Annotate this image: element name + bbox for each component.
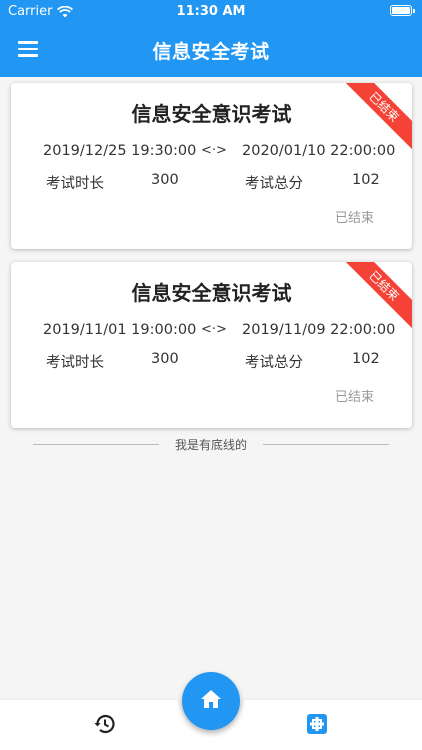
exam-title: 信息安全意识考试 bbox=[131, 281, 292, 305]
range-separator-icon: <·> bbox=[201, 322, 227, 337]
exam-start-time: 2019/11/01 19:00:00 bbox=[43, 322, 197, 338]
exam-end-time: 2019/11/09 22:00:00 bbox=[242, 322, 396, 338]
history-icon[interactable] bbox=[93, 712, 117, 736]
battery-icon bbox=[390, 5, 415, 16]
score-label: 考试总分 bbox=[245, 355, 303, 371]
score-value: 102 bbox=[352, 172, 380, 188]
page-title: 信息安全考试 bbox=[152, 41, 270, 63]
exam-card[interactable]: 信息安全意识考试 已结束 2019/12/25 19:30:00 <·> 202… bbox=[11, 83, 412, 249]
duration-value: 300 bbox=[151, 172, 179, 188]
exam-start-time: 2019/12/25 19:30:00 bbox=[43, 143, 197, 159]
top-bar: Carrier 11:30 AM 信息安全考试 bbox=[0, 0, 422, 77]
exam-status: 已结束 bbox=[334, 390, 374, 405]
range-separator-icon: <·> bbox=[201, 143, 227, 158]
duration-value: 300 bbox=[151, 351, 179, 367]
duration-label: 考试时长 bbox=[46, 176, 104, 192]
home-icon bbox=[200, 689, 222, 713]
status-time: 11:30 AM bbox=[176, 4, 246, 19]
duration-label: 考试时长 bbox=[46, 355, 104, 371]
exam-card[interactable]: 信息安全意识考试 已结束 2019/11/01 19:00:00 <·> 201… bbox=[11, 262, 412, 428]
divider-line-right bbox=[263, 444, 389, 445]
status-bar: Carrier 11:30 AM bbox=[0, 0, 422, 24]
score-value: 102 bbox=[352, 351, 380, 367]
exam-icon[interactable] bbox=[305, 712, 329, 736]
app-bar: 信息安全考试 bbox=[0, 24, 422, 77]
home-button[interactable] bbox=[182, 672, 240, 730]
list-end-divider: 我是有底线的 bbox=[33, 436, 389, 452]
exam-status: 已结束 bbox=[334, 211, 374, 226]
exam-title: 信息安全意识考试 bbox=[131, 102, 292, 126]
score-label: 考试总分 bbox=[245, 176, 303, 192]
exam-end-time: 2020/01/10 22:00:00 bbox=[242, 143, 396, 159]
